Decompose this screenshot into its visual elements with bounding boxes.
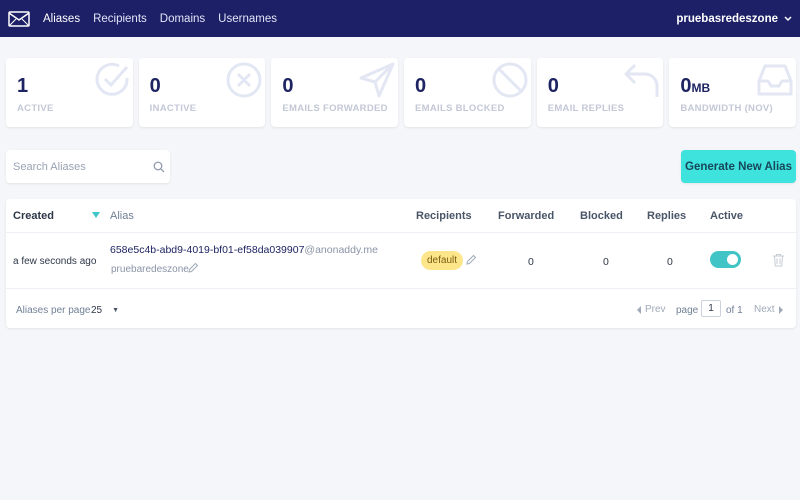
stat-card-email-replies: 0 EMAIL REPLIES [536, 58, 664, 127]
column-header-created[interactable]: Created [13, 210, 54, 222]
replies-count: 0 [667, 256, 673, 268]
active-toggle[interactable] [710, 251, 741, 268]
divider [6, 232, 796, 233]
sort-desc-icon[interactable] [92, 212, 100, 218]
edit-description-pencil-icon[interactable] [187, 262, 199, 274]
stat-label: ACTIVE [17, 103, 54, 114]
nav-link-recipients[interactable]: Recipients [93, 13, 147, 25]
send-icon [359, 62, 395, 98]
column-header-blocked[interactable]: Blocked [580, 210, 623, 222]
envelope-logo-icon[interactable] [7, 9, 31, 29]
page-number-input[interactable] [701, 300, 721, 317]
stat-value: 0MB [680, 75, 711, 97]
stat-value: 1 [17, 75, 29, 97]
trash-icon[interactable] [772, 253, 785, 267]
nav-link-usernames[interactable]: Usernames [218, 13, 277, 25]
stat-card-inactive: 0 INACTIVE [138, 58, 266, 127]
column-header-replies[interactable]: Replies [647, 210, 686, 222]
inbox-icon [757, 64, 793, 96]
stat-card-bandwidth: 0MB BANDWIDTH (NOV) [669, 58, 797, 127]
generate-new-alias-button[interactable]: Generate New Alias [681, 150, 796, 183]
stat-label: EMAIL REPLIES [547, 103, 625, 114]
caret-down-icon: ▼ [112, 307, 120, 314]
prev-page-button[interactable]: Prev [637, 304, 666, 315]
username-label: pruebasredeszone [676, 12, 778, 25]
alias-description: pruebaredeszone [111, 264, 189, 275]
column-header-forwarded[interactable]: Forwarded [498, 210, 554, 222]
page-label: page [676, 305, 699, 316]
stat-label: EMAILS FORWARDED [282, 103, 388, 114]
top-navbar: Aliases Recipients Domains Usernames pru… [0, 0, 800, 37]
edit-recipients-pencil-icon[interactable] [465, 254, 477, 266]
column-header-active[interactable]: Active [710, 210, 743, 222]
stat-value: 0 [149, 75, 161, 97]
search-icon[interactable] [153, 161, 165, 173]
check-circle-icon [95, 62, 129, 96]
stat-value: 0 [415, 75, 427, 97]
stat-card-emails-blocked: 0 EMAILS BLOCKED [404, 58, 531, 127]
per-page-label: Aliases per page [16, 305, 91, 316]
search-box [6, 150, 170, 183]
per-page-select[interactable]: 25 ▼ [91, 305, 119, 316]
x-circle-icon [226, 62, 262, 98]
next-page-button[interactable]: Next [754, 304, 783, 315]
search-input[interactable] [13, 160, 148, 173]
next-label: Next [754, 304, 775, 315]
stat-card-active: 1 ACTIVE [6, 58, 133, 127]
stat-value: 0 [282, 75, 294, 97]
aliases-table: Created Alias Recipients Forwarded Block… [6, 199, 796, 328]
recipient-badge: default [421, 251, 464, 270]
stat-card-emails-forwarded: 0 EMAILS FORWARDED [271, 58, 399, 127]
alias-email[interactable]: 658e5c4b-abd9-4019-bf01-ef58da039907@ano… [110, 244, 378, 256]
user-menu[interactable]: pruebasredeszone [676, 0, 792, 37]
chevron-left-icon [637, 305, 641, 314]
nav-link-domains[interactable]: Domains [160, 13, 205, 25]
stat-label: EMAILS BLOCKED [415, 103, 505, 114]
chevron-right-icon [778, 305, 783, 314]
per-page-value: 25 [91, 305, 103, 316]
divider [6, 288, 796, 289]
blocked-count: 0 [603, 256, 609, 268]
stats-row: 1 ACTIVE 0 INACTIVE 0 EMAILS FORWARDED 0… [6, 58, 797, 127]
prev-label: Prev [645, 304, 666, 315]
toggle-knob [727, 254, 738, 265]
nav-link-aliases[interactable]: Aliases [43, 13, 80, 25]
blocked-icon [492, 62, 528, 98]
reply-icon [624, 63, 659, 97]
created-cell: a few seconds ago [13, 256, 97, 267]
stat-value: 0 [547, 75, 559, 97]
column-header-recipients[interactable]: Recipients [416, 210, 472, 222]
column-header-alias[interactable]: Alias [110, 210, 134, 222]
page-of-label: of 1 [726, 305, 743, 316]
chevron-down-icon [784, 15, 792, 22]
forwarded-count: 0 [528, 256, 534, 268]
stat-label: BANDWIDTH (NOV) [680, 103, 773, 114]
stat-label: INACTIVE [149, 103, 197, 114]
